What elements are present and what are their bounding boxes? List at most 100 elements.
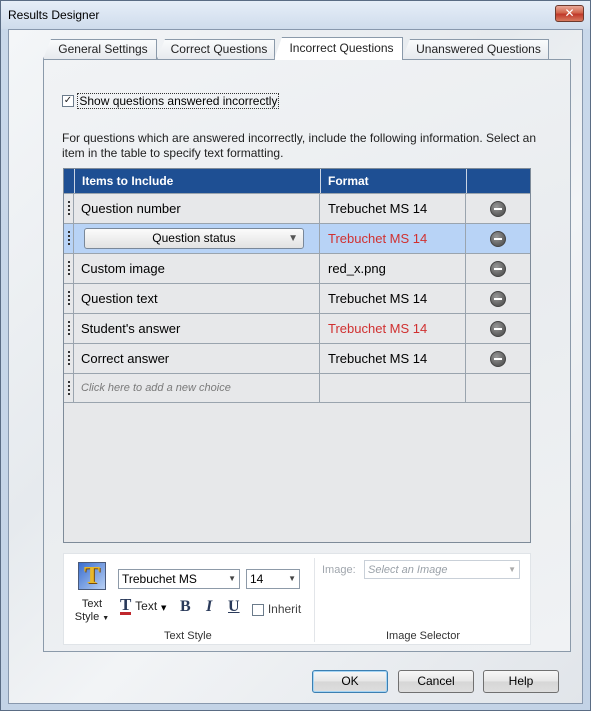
inherit-checkbox-row[interactable]: Inherit [252, 602, 301, 616]
row-drag-handle[interactable] [64, 224, 74, 253]
tab-label: Incorrect Questions [289, 41, 394, 55]
formatting-panel: T Text Style ▼ Trebuchet MS ▼ 14 ▼ T Tex… [63, 553, 531, 645]
check-icon: ✓ [63, 94, 73, 106]
text-style-group-label: Text Style [164, 630, 212, 642]
row-drag-handle[interactable] [64, 284, 74, 313]
font-family-select[interactable]: Trebuchet MS ▼ [118, 569, 240, 589]
remove-icon[interactable] [490, 291, 506, 307]
close-icon: ✕ [564, 6, 575, 20]
table-row-selected[interactable]: Question status ▼ Trebuchet MS 14 [64, 223, 530, 253]
remove-cell [466, 194, 530, 223]
text-color-icon: T [120, 595, 132, 615]
remove-cell [466, 374, 530, 403]
remove-icon[interactable] [490, 201, 506, 217]
remove-icon[interactable] [490, 231, 506, 247]
remove-icon[interactable] [490, 351, 506, 367]
format-cell[interactable]: Trebuchet MS 14 [320, 314, 466, 343]
row-spacer [64, 374, 74, 403]
row-drag-handle[interactable] [64, 314, 74, 343]
add-choice-row[interactable]: Click here to add a new choice [64, 373, 530, 403]
description-text: For questions which are answered incorre… [62, 131, 537, 160]
chevron-down-icon: ▼ [161, 604, 167, 612]
grip-header [64, 169, 74, 193]
format-cell[interactable]: Trebuchet MS 14 [320, 284, 466, 313]
row-drag-handle[interactable] [64, 344, 74, 373]
ok-button[interactable]: OK [312, 670, 388, 693]
tab-general-settings[interactable]: General Settings [43, 39, 157, 59]
text-style-icon[interactable]: T [78, 562, 106, 590]
remove-cell [466, 224, 530, 253]
italic-button[interactable]: I [206, 598, 212, 616]
item-cell[interactable]: Correct answer [74, 344, 320, 373]
tab-unanswered-questions[interactable]: Unanswered Questions [402, 39, 549, 59]
item-cell[interactable]: Question text [74, 284, 320, 313]
image-selector-group-label: Image Selector [386, 630, 460, 642]
table-row[interactable]: Custom image red_x.png [64, 253, 530, 283]
text-color-button[interactable]: T Text ▼ [120, 595, 167, 618]
remove-cell [466, 344, 530, 373]
image-select-placeholder: Select an Image [368, 564, 448, 576]
item-cell[interactable]: Student's answer [74, 314, 320, 343]
text-color-label: Text [135, 599, 158, 613]
chevron-down-icon: ▼ [288, 574, 296, 583]
table-row[interactable]: Correct answer Trebuchet MS 14 [64, 343, 530, 373]
table-header: Items to Include Format [64, 169, 530, 193]
remove-icon[interactable] [490, 321, 506, 337]
title-bar[interactable]: Results Designer ✕ [1, 1, 590, 29]
format-cell[interactable]: red_x.png [320, 254, 466, 283]
group-divider [314, 558, 315, 642]
remove-cell [466, 254, 530, 283]
inherit-label: Inherit [267, 602, 302, 616]
bold-button[interactable]: B [180, 598, 191, 616]
show-incorrect-checkbox-row[interactable]: ✓ Show questions answered incorrectly [62, 92, 280, 109]
text-style-label-line1: Text [81, 598, 103, 610]
remove-cell [466, 314, 530, 343]
tab-label: General Settings [58, 42, 148, 56]
format-cell[interactable] [320, 374, 466, 403]
format-cell[interactable]: Trebuchet MS 14 [320, 344, 466, 373]
remove-cell [466, 284, 530, 313]
chevron-down-icon: ▼ [288, 233, 298, 244]
image-select[interactable]: Select an Image ▼ [364, 560, 520, 579]
show-incorrect-checkbox[interactable]: ✓ [62, 94, 74, 107]
chevron-down-icon: ▼ [102, 615, 110, 622]
item-type-value: Question status [152, 231, 236, 245]
header-actions [466, 169, 530, 193]
format-cell[interactable]: Trebuchet MS 14 [320, 224, 466, 253]
header-format: Format [320, 169, 466, 193]
results-designer-window: Results Designer ✕ General Settings Corr… [0, 0, 591, 711]
tab-label: Correct Questions [170, 42, 268, 56]
tab-correct-questions[interactable]: Correct Questions [157, 39, 275, 59]
tab-incorrect-questions[interactable]: Incorrect Questions [274, 37, 403, 60]
text-style-menu-button[interactable]: Text Style ▼ [74, 598, 110, 625]
row-spacer [64, 254, 74, 283]
tab-label: Unanswered Questions [416, 42, 541, 56]
cancel-button[interactable]: Cancel [398, 670, 474, 693]
header-items-to-include: Items to Include [74, 169, 320, 193]
table-row[interactable]: Question number Trebuchet MS 14 [64, 193, 530, 223]
item-type-dropdown[interactable]: Question status ▼ [84, 228, 304, 249]
add-choice-cell[interactable]: Click here to add a new choice [74, 374, 320, 403]
item-cell[interactable]: Custom image [74, 254, 320, 283]
window-title: Results Designer [8, 8, 100, 22]
table-row[interactable]: Question text Trebuchet MS 14 [64, 283, 530, 313]
help-button[interactable]: Help [483, 670, 559, 693]
close-button[interactable]: ✕ [555, 5, 584, 22]
item-cell[interactable]: Question status ▼ [74, 224, 320, 253]
underline-button[interactable]: U [228, 598, 240, 616]
chevron-down-icon: ▼ [508, 565, 516, 574]
format-cell[interactable]: Trebuchet MS 14 [320, 194, 466, 223]
table-row[interactable]: Student's answer Trebuchet MS 14 [64, 313, 530, 343]
font-size-select[interactable]: 14 ▼ [246, 569, 300, 589]
item-cell[interactable]: Question number [74, 194, 320, 223]
inherit-checkbox[interactable] [252, 603, 264, 616]
image-label: Image: [322, 564, 356, 576]
font-size-value: 14 [250, 572, 264, 586]
chevron-down-icon: ▼ [228, 574, 236, 583]
font-family-value: Trebuchet MS [122, 572, 197, 586]
row-drag-handle[interactable] [64, 194, 74, 223]
show-incorrect-label[interactable]: Show questions answered incorrectly [77, 92, 280, 109]
remove-icon[interactable] [490, 261, 506, 277]
text-style-label-line2: Style [74, 611, 100, 623]
items-table: Items to Include Format Question number … [63, 168, 531, 543]
